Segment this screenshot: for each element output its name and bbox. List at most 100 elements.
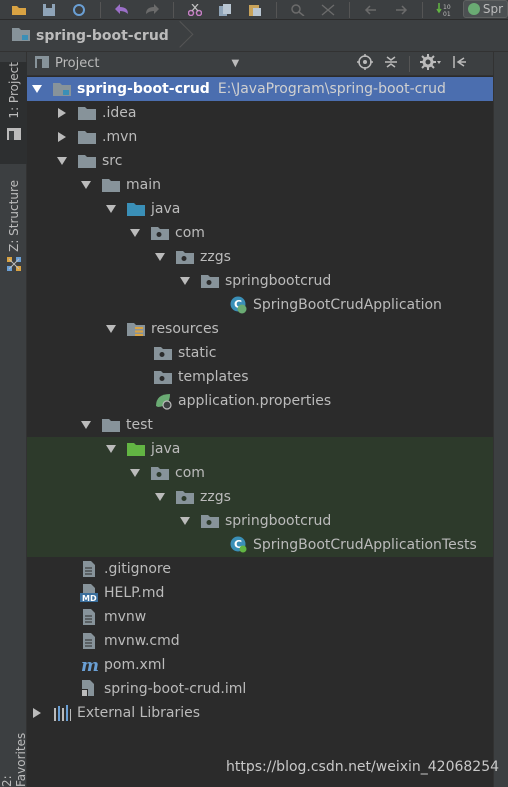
- tree-node-label: spring-boot-crud: [77, 81, 210, 97]
- tree-node-label: main: [126, 177, 161, 193]
- tree-node-idea[interactable]: .idea: [27, 101, 493, 125]
- tree-node-external-libraries[interactable]: External Libraries: [27, 701, 493, 725]
- tree-node-test[interactable]: test: [27, 413, 493, 437]
- structure-tool-icon: [6, 256, 21, 275]
- tree-node-gitignore[interactable]: .gitignore: [27, 557, 493, 581]
- expand-toggle[interactable]: [105, 317, 117, 341]
- tree-node-zzgs[interactable]: zzgs: [27, 245, 493, 269]
- tree-node-application-tests-class[interactable]: C SpringBootCrudApplicationTests: [27, 533, 493, 557]
- tree-node-resources[interactable]: resources: [27, 317, 493, 341]
- svg-text:MD: MD: [82, 594, 97, 602]
- package-icon: [154, 345, 172, 361]
- tree-node-pom-xml[interactable]: m pom.xml: [27, 653, 493, 677]
- tree-node-zzgs-test[interactable]: zzgs: [27, 485, 493, 509]
- package-icon: [176, 249, 194, 265]
- expand-toggle[interactable]: [56, 125, 68, 149]
- tree-node-templates[interactable]: templates: [27, 365, 493, 389]
- paste-icon[interactable]: [246, 2, 264, 18]
- forward-icon[interactable]: [392, 2, 410, 18]
- right-tool-strip: [493, 52, 508, 787]
- expand-toggle[interactable]: [56, 101, 68, 125]
- folder-icon: [78, 153, 96, 169]
- find-icon[interactable]: [289, 2, 307, 18]
- copy-icon[interactable]: [216, 2, 234, 18]
- expand-toggle[interactable]: [31, 701, 43, 725]
- tree-node-label: .idea: [102, 105, 137, 121]
- tree-node-path: E:\JavaProgram\spring-boot-crud: [217, 81, 446, 97]
- expand-toggle[interactable]: [80, 173, 92, 197]
- expand-toggle[interactable]: [56, 149, 68, 173]
- tree-node-root[interactable]: spring-boot-crud E:\JavaProgram\spring-b…: [27, 77, 493, 101]
- tree-node-application-class[interactable]: C SpringBootCrudApplication: [27, 293, 493, 317]
- tree-node-application-properties[interactable]: application.properties: [27, 389, 493, 413]
- tree-node-label: test: [126, 417, 153, 433]
- expand-toggle[interactable]: [154, 485, 166, 509]
- project-view-selector[interactable]: Project ▼: [27, 55, 249, 72]
- expand-toggle[interactable]: [179, 509, 191, 533]
- tree-node-main[interactable]: main: [27, 173, 493, 197]
- tree-node-iml[interactable]: spring-boot-crud.iml: [27, 677, 493, 701]
- tool-tab-favorites[interactable]: 2: Favorites: [0, 720, 27, 787]
- tree-node-label: HELP.md: [104, 585, 165, 601]
- main-toolbar: 10 01 Spr: [0, 0, 508, 20]
- tree-node-label: mvnw.cmd: [104, 633, 180, 649]
- tree-node-springbootcrud[interactable]: springbootcrud: [27, 269, 493, 293]
- folder-icon: [102, 417, 120, 433]
- expand-toggle[interactable]: [80, 413, 92, 437]
- tree-node-com-test[interactable]: com: [27, 461, 493, 485]
- tree-node-mvnw[interactable]: mvnw: [27, 605, 493, 629]
- header-separator: [409, 55, 410, 72]
- tool-tab-label: Z: Structure: [6, 180, 21, 252]
- back-icon[interactable]: [362, 2, 380, 18]
- build-icon[interactable]: 10 01: [435, 2, 453, 18]
- expand-toggle[interactable]: [105, 197, 117, 221]
- tree-node-mvnw-cmd[interactable]: mvnw.cmd: [27, 629, 493, 653]
- tree-node-label: .mvn: [102, 129, 138, 145]
- cut-icon[interactable]: [186, 2, 204, 18]
- tool-tab-structure[interactable]: Z: Structure: [0, 180, 27, 276]
- spring-properties-icon: [154, 393, 172, 410]
- breadcrumb-project[interactable]: spring-boot-crud: [12, 27, 179, 45]
- tree-node-label: java: [151, 441, 181, 457]
- open-icon[interactable]: [10, 2, 28, 18]
- expand-toggle[interactable]: [179, 269, 191, 293]
- expand-toggle[interactable]: [129, 461, 141, 485]
- toolbar-separator: [173, 1, 174, 18]
- package-icon: [151, 225, 169, 241]
- tool-tab-project[interactable]: 1: Project: [0, 62, 27, 164]
- breadcrumb-label: spring-boot-crud: [36, 27, 169, 44]
- sync-icon[interactable]: [70, 2, 88, 18]
- scroll-from-source-icon[interactable]: [357, 53, 373, 74]
- replace-icon[interactable]: [319, 2, 337, 18]
- run-configuration-dropdown[interactable]: Spr: [462, 0, 508, 18]
- expand-toggle[interactable]: [154, 245, 166, 269]
- gear-icon[interactable]: [420, 53, 442, 74]
- tree-node-label: application.properties: [178, 393, 332, 409]
- hide-panel-icon[interactable]: [452, 54, 466, 74]
- expand-toggle[interactable]: [129, 221, 141, 245]
- tree-node-src[interactable]: src: [27, 149, 493, 173]
- tree-node-label: springbootcrud: [225, 513, 332, 529]
- expand-toggle[interactable]: [105, 437, 117, 461]
- module-folder-icon: [53, 81, 71, 97]
- test-root-icon: [127, 441, 145, 457]
- project-tree: spring-boot-crud E:\JavaProgram\spring-b…: [27, 77, 493, 787]
- tree-node-static[interactable]: static: [27, 341, 493, 365]
- tree-node-springbootcrud-test[interactable]: springbootcrud: [27, 509, 493, 533]
- panel-title: Project: [55, 56, 100, 71]
- collapse-all-icon[interactable]: [383, 54, 399, 74]
- tree-node-java-main[interactable]: java: [27, 197, 493, 221]
- tree-node-com[interactable]: com: [27, 221, 493, 245]
- svg-text:01: 01: [443, 11, 451, 17]
- tree-node-java-test[interactable]: java: [27, 437, 493, 461]
- tree-node-help-md[interactable]: MD HELP.md: [27, 581, 493, 605]
- svg-text:10: 10: [443, 4, 451, 11]
- panel-header-actions: [357, 53, 466, 74]
- tree-node-label: spring-boot-crud.iml: [104, 681, 247, 697]
- expand-toggle[interactable]: [31, 77, 43, 101]
- save-icon[interactable]: [40, 2, 58, 18]
- tree-node-mvn[interactable]: .mvn: [27, 125, 493, 149]
- redo-icon[interactable]: [143, 2, 161, 18]
- tree-node-label: java: [151, 201, 181, 217]
- undo-icon[interactable]: [113, 2, 131, 18]
